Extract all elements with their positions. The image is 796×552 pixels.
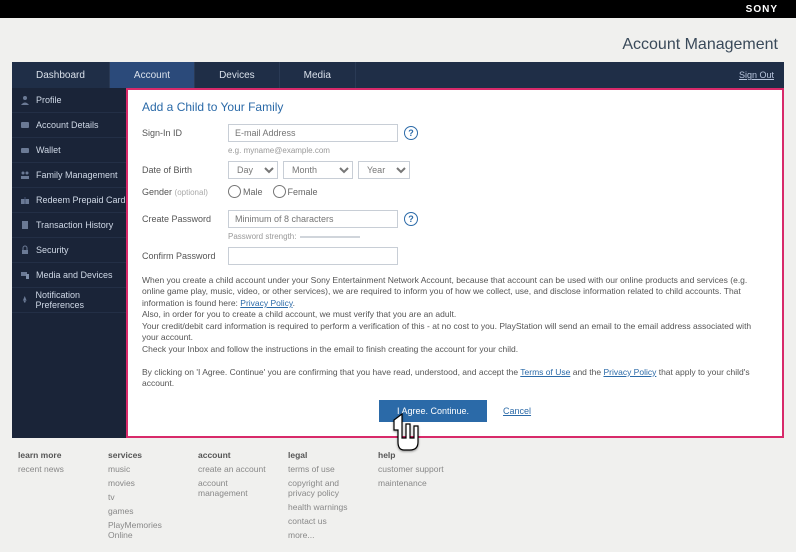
sidebar-item-family[interactable]: Family Management: [12, 163, 126, 188]
help-icon[interactable]: ?: [404, 126, 418, 140]
bell-icon: [20, 295, 29, 305]
page-header: Account Management: [12, 18, 784, 62]
sidebar-item-label: Transaction History: [36, 220, 113, 230]
footer-link[interactable]: contact us: [288, 516, 368, 526]
devices-icon: [20, 270, 30, 280]
sidebar-item-redeem[interactable]: Redeem Prepaid Card: [12, 188, 126, 213]
sidebar-item-label: Redeem Prepaid Card: [36, 195, 126, 205]
footer-link[interactable]: recent news: [18, 464, 98, 474]
privacy-policy-link[interactable]: Privacy Policy: [603, 367, 656, 377]
help-icon[interactable]: ?: [404, 212, 418, 226]
sidebar-item-label: Media and Devices: [36, 270, 113, 280]
signin-label: Sign-In ID: [142, 128, 228, 138]
sidebar-item-notifications[interactable]: Notification Preferences: [12, 288, 126, 313]
privacy-policy-link[interactable]: Privacy Policy: [240, 298, 292, 308]
tab-account[interactable]: Account: [110, 62, 195, 88]
history-icon: [20, 220, 30, 230]
dob-day-select[interactable]: Day: [228, 161, 278, 179]
dob-month-select[interactable]: Month: [283, 161, 353, 179]
password-strength: Password strength:: [228, 232, 768, 241]
sidebar-item-security[interactable]: Security: [12, 238, 126, 263]
footer-link[interactable]: maintenance: [378, 478, 458, 488]
footer-link[interactable]: customer support: [378, 464, 458, 474]
gender-female-radio[interactable]: Female: [273, 185, 318, 198]
sidebar-item-media-devices[interactable]: Media and Devices: [12, 263, 126, 288]
sidebar-item-label: Wallet: [36, 145, 61, 155]
footer-link[interactable]: more...: [288, 530, 368, 540]
sidebar: Profile Account Details Wallet Family Ma…: [12, 88, 126, 438]
sidebar-item-wallet[interactable]: Wallet: [12, 138, 126, 163]
footer-link[interactable]: account management: [198, 478, 278, 498]
agree-continue-button[interactable]: I Agree. Continue.: [379, 400, 487, 422]
footer-heading: account: [198, 450, 278, 460]
footer-link[interactable]: health warnings: [288, 502, 368, 512]
footer-heading: help: [378, 450, 458, 460]
footer-heading: learn more: [18, 450, 98, 460]
sidebar-item-label: Profile: [36, 95, 62, 105]
footer-link[interactable]: create an account: [198, 464, 278, 474]
password-input[interactable]: [228, 210, 398, 228]
content-panel: Add a Child to Your Family Sign-In ID ? …: [126, 88, 784, 438]
footer-heading: legal: [288, 450, 368, 460]
footer-link[interactable]: movies: [108, 478, 188, 488]
cancel-link[interactable]: Cancel: [503, 406, 531, 416]
dob-year-select[interactable]: Year: [358, 161, 410, 179]
footer-link[interactable]: games: [108, 506, 188, 516]
gift-icon: [20, 195, 30, 205]
sidebar-item-label: Notification Preferences: [35, 290, 126, 310]
lock-icon: [20, 245, 30, 255]
wallet-icon: [20, 145, 30, 155]
page-title: Account Management: [622, 36, 778, 54]
footer-link[interactable]: tv: [108, 492, 188, 502]
tab-devices[interactable]: Devices: [195, 62, 280, 88]
sidebar-item-label: Family Management: [36, 170, 118, 180]
gender-label: Gender (optional): [142, 187, 228, 197]
footer-heading: services: [108, 450, 188, 460]
sign-out-link[interactable]: Sign Out: [739, 70, 774, 80]
sidebar-item-label: Security: [36, 245, 69, 255]
tab-bar: Dashboard Account Devices Media Sign Out: [12, 62, 784, 88]
family-icon: [20, 170, 30, 180]
footer-link[interactable]: terms of use: [288, 464, 368, 474]
global-topbar: SONY: [0, 0, 796, 18]
sidebar-item-profile[interactable]: Profile: [12, 88, 126, 113]
confirm-password-label: Confirm Password: [142, 251, 228, 261]
sidebar-item-account-details[interactable]: Account Details: [12, 113, 126, 138]
disclaimer-text: When you create a child account under yo…: [142, 275, 768, 390]
footer-link[interactable]: PlayMemories Online: [108, 520, 188, 540]
signin-input[interactable]: [228, 124, 398, 142]
sidebar-item-label: Account Details: [36, 120, 99, 130]
confirm-password-input[interactable]: [228, 247, 398, 265]
tab-dashboard[interactable]: Dashboard: [12, 62, 110, 88]
footer-link[interactable]: music: [108, 464, 188, 474]
brand-logo: SONY: [746, 4, 778, 15]
footer-link[interactable]: copyright and privacy policy: [288, 478, 368, 498]
tab-media[interactable]: Media: [280, 62, 356, 88]
dob-label: Date of Birth: [142, 165, 228, 175]
form-title: Add a Child to Your Family: [142, 100, 768, 114]
footer: learn more recent news services music movie…: [12, 438, 784, 552]
sidebar-item-transactions[interactable]: Transaction History: [12, 213, 126, 238]
card-icon: [20, 120, 30, 130]
signin-hint: e.g. myname@example.com: [228, 146, 768, 155]
gender-male-radio[interactable]: Male: [228, 185, 263, 198]
password-label: Create Password: [142, 214, 228, 224]
person-icon: [20, 95, 30, 105]
terms-of-use-link[interactable]: Terms of Use: [520, 367, 570, 377]
